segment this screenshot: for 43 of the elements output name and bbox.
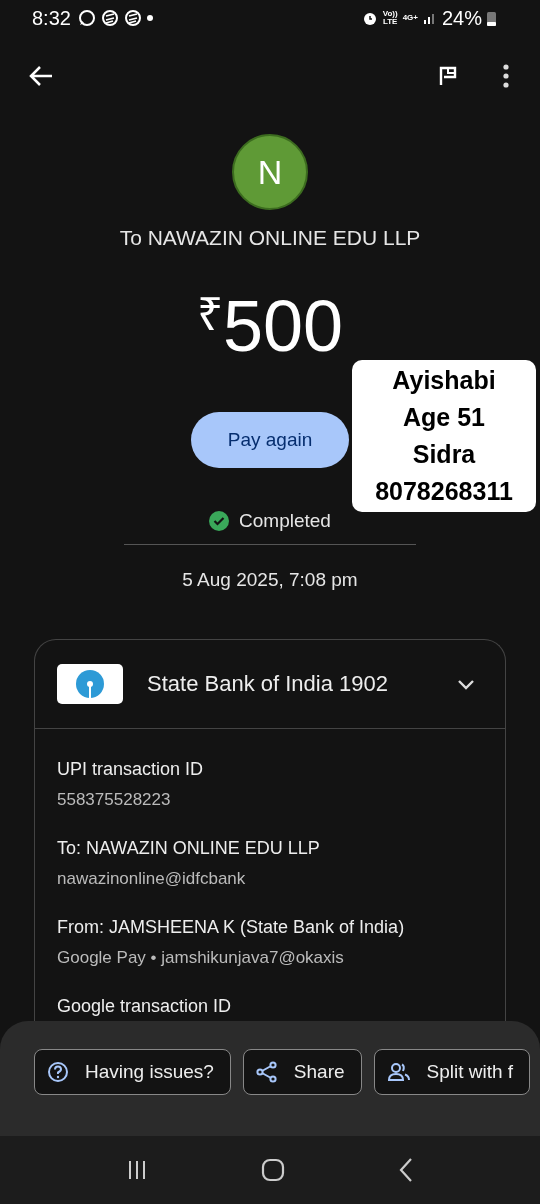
action-chip[interactable]: Share [242,1049,362,1095]
status-label: Completed [239,510,331,532]
sticker-line: Age 51 [402,402,486,433]
help-icon [47,1061,69,1083]
check-icon [209,511,230,531]
detail-label: To: NAWAZIN ONLINE EDU LLP [57,838,321,859]
network-label: Vo)) LTE [382,10,398,26]
pay-again-button[interactable]: Pay again [191,412,349,468]
detail-value: 558375528223 [57,790,172,810]
sticker-line: Sidra [411,439,477,470]
avatar: N [232,134,308,210]
action-chip[interactable]: Split with f [373,1049,531,1095]
app-icon [100,9,119,27]
app-icon [123,9,142,27]
detail-label: From: JAMSHEENA K (State Bank of India) [57,917,406,938]
action-chip[interactable]: Having issues? [34,1049,231,1095]
clock-time: 8:32 [32,6,71,30]
detail-label: Google transaction ID [57,996,233,1017]
alarm-icon [361,10,378,26]
back-icon[interactable] [397,1157,414,1183]
share-icon [255,1061,278,1083]
bank-account: State Bank of India 1902 [147,671,389,697]
more-menu-icon[interactable] [502,64,510,88]
amount-value: 500 [222,285,344,368]
currency-symbol: ₹ [196,287,223,342]
signal-icon [422,11,437,25]
detail-value: nawazinonline@idfcbank [57,869,247,889]
sticker-line: 8078268311 [374,476,514,507]
home-icon[interactable] [261,1158,285,1182]
chevron-icon[interactable] [457,678,475,690]
battery-percent: 24% [441,6,482,30]
people-icon [386,1062,411,1082]
back-arrow-icon[interactable] [28,65,54,87]
bank-logo-icon [57,664,123,704]
sticker-line: Ayishabi [391,365,497,396]
dot-icon [146,15,153,21]
detail-label: UPI transaction ID [57,759,205,780]
transaction-date: 5 Aug 2025, 7:08 pm [182,569,358,591]
detail-value: Google Pay • jamshikunjava7@okaxis [57,948,345,968]
payee-name: To NAWAZIN ONLINE EDU LLP [119,226,421,250]
data-label: 4G+ [402,14,418,22]
battery-icon [487,10,496,26]
flag-icon[interactable] [438,66,458,86]
